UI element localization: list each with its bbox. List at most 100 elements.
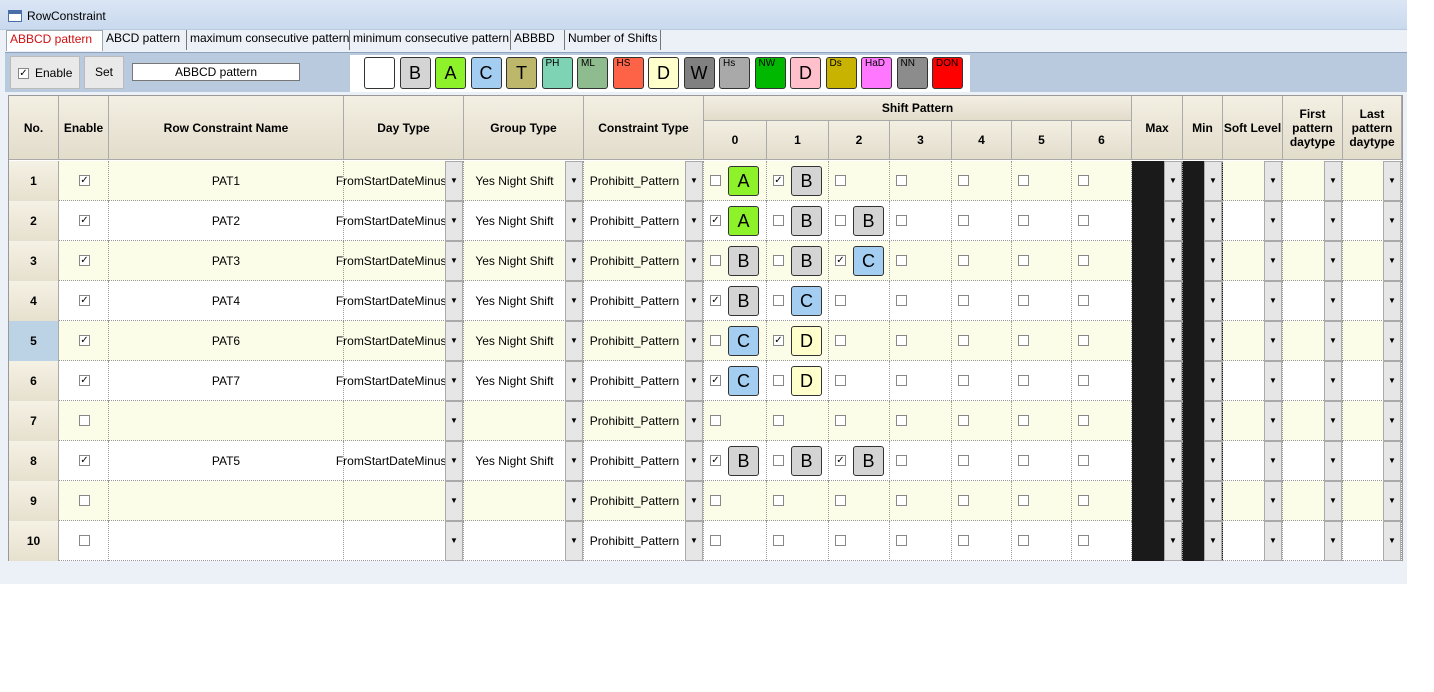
last-daytype-select[interactable]: ▼ [1343, 481, 1402, 521]
shift-checkbox-2[interactable] [835, 535, 846, 546]
day-type-select-dropdown-icon[interactable]: ▼ [445, 281, 463, 321]
shift-cell-6[interactable] [1072, 161, 1132, 201]
shift-checkbox-5[interactable] [1018, 335, 1029, 346]
shift-block-2[interactable]: C [853, 246, 884, 276]
min-select[interactable]: ▼ [1183, 401, 1223, 441]
header-day-type[interactable]: Day Type [344, 96, 464, 160]
shift-cell-3[interactable] [890, 161, 952, 201]
first-daytype-select[interactable]: ▼ [1283, 161, 1343, 201]
last-daytype-select[interactable]: ▼ [1343, 521, 1402, 561]
shift-checkbox-4[interactable] [958, 335, 969, 346]
soft-level-select-dropdown-icon[interactable]: ▼ [1264, 201, 1282, 241]
soft-level-select[interactable]: ▼ [1223, 241, 1283, 281]
max-select-dropdown-icon[interactable]: ▼ [1164, 241, 1182, 281]
soft-level-select[interactable]: ▼ [1223, 361, 1283, 401]
header-shift-pattern[interactable]: Shift Pattern [704, 96, 1132, 121]
group-type-select-dropdown-icon[interactable]: ▼ [565, 361, 583, 401]
group-type-select[interactable]: Yes Night Shift ▼ [464, 161, 584, 201]
row-constraint-name[interactable] [109, 481, 344, 521]
shift-checkbox-2[interactable] [835, 335, 846, 346]
set-button[interactable]: Set [84, 56, 124, 89]
max-select-dropdown-icon[interactable]: ▼ [1164, 281, 1182, 321]
soft-level-select-dropdown-icon[interactable]: ▼ [1264, 521, 1282, 561]
max-select[interactable]: ▼ [1132, 161, 1183, 201]
shift-cell-0[interactable] [704, 401, 767, 441]
shift-cell-4[interactable] [952, 281, 1012, 321]
shift-checkbox-0[interactable] [710, 255, 721, 266]
shift-cell-6[interactable] [1072, 361, 1132, 401]
header-no[interactable]: No. [9, 96, 59, 160]
day-type-select-dropdown-icon[interactable]: ▼ [445, 481, 463, 521]
first-daytype-select[interactable]: ▼ [1283, 401, 1343, 441]
group-type-select-dropdown-icon[interactable]: ▼ [565, 481, 583, 521]
row-number[interactable]: 5 [9, 321, 59, 361]
soft-level-select-dropdown-icon[interactable]: ▼ [1264, 281, 1282, 321]
first-daytype-select-dropdown-icon[interactable]: ▼ [1324, 161, 1342, 201]
day-type-select[interactable]: FromStartDateMinus2 ▼ [336, 441, 464, 481]
shift-cell-4[interactable] [952, 321, 1012, 361]
shift-cell-6[interactable] [1072, 481, 1132, 521]
enable-checkbox[interactable]: ✓ [18, 68, 29, 79]
shift-cell-2[interactable] [829, 481, 890, 521]
max-select[interactable]: ▼ [1132, 201, 1183, 241]
shift-checkbox-4[interactable] [958, 255, 969, 266]
shift-cell-2[interactable] [829, 361, 890, 401]
shift-checkbox-6[interactable] [1078, 495, 1089, 506]
max-select-dropdown-icon[interactable]: ▼ [1164, 521, 1182, 561]
palette-shift-11[interactable]: Hs [719, 57, 750, 89]
row-enable-checkbox[interactable]: ✓ [79, 215, 90, 226]
group-type-select[interactable]: Yes Night Shift ▼ [464, 241, 584, 281]
row-constraint-name[interactable] [109, 521, 344, 561]
shift-cell-3[interactable] [890, 401, 952, 441]
shift-cell-5[interactable] [1012, 481, 1072, 521]
shift-checkbox-4[interactable] [958, 295, 969, 306]
shift-cell-3[interactable] [890, 321, 952, 361]
shift-checkbox-5[interactable] [1018, 375, 1029, 386]
first-daytype-select[interactable]: ▼ [1283, 481, 1343, 521]
row-enable-checkbox[interactable]: ✓ [79, 255, 90, 266]
shift-checkbox-4[interactable] [958, 495, 969, 506]
first-daytype-select[interactable]: ▼ [1283, 521, 1343, 561]
shift-cell-6[interactable] [1072, 241, 1132, 281]
row-enable-checkbox[interactable]: ✓ [79, 295, 90, 306]
soft-level-select-dropdown-icon[interactable]: ▼ [1264, 361, 1282, 401]
row-constraint-name[interactable] [109, 401, 344, 441]
group-type-select-dropdown-icon[interactable]: ▼ [565, 441, 583, 481]
min-select-dropdown-icon[interactable]: ▼ [1204, 401, 1222, 441]
soft-level-select[interactable]: ▼ [1223, 161, 1283, 201]
tab-4[interactable]: minimum consecutive pattern [350, 30, 511, 50]
constraint-type-select[interactable]: Prohibitt_Pattern ▼ [584, 481, 704, 521]
palette-shift-12[interactable]: NW [754, 57, 786, 89]
first-daytype-select[interactable]: ▼ [1283, 201, 1343, 241]
shift-cell-5[interactable] [1012, 281, 1072, 321]
constraint-type-select-dropdown-icon[interactable]: ▼ [685, 401, 703, 441]
min-select[interactable]: ▼ [1183, 161, 1223, 201]
last-daytype-select[interactable]: ▼ [1343, 241, 1402, 281]
group-type-select[interactable]: Yes Night Shift ▼ [464, 201, 584, 241]
shift-checkbox-5[interactable] [1018, 295, 1029, 306]
day-type-select[interactable]: FromStartDateMinus2 ▼ [336, 161, 464, 201]
soft-level-select-dropdown-icon[interactable]: ▼ [1264, 481, 1282, 521]
row-number[interactable]: 6 [9, 361, 59, 401]
day-type-select[interactable]: ▼ [344, 521, 464, 561]
group-type-select[interactable]: ▼ [464, 481, 584, 521]
shift-checkbox-3[interactable] [896, 495, 907, 506]
shift-checkbox-1[interactable] [773, 535, 784, 546]
max-select-dropdown-icon[interactable]: ▼ [1164, 441, 1182, 481]
constraint-type-select[interactable]: Prohibitt_Pattern ▼ [584, 201, 704, 241]
shift-block-0[interactable]: B [728, 246, 759, 276]
min-select[interactable]: ▼ [1183, 361, 1223, 401]
shift-checkbox-5[interactable] [1018, 215, 1029, 226]
shift-checkbox-4[interactable] [958, 455, 969, 466]
first-daytype-select-dropdown-icon[interactable]: ▼ [1324, 521, 1342, 561]
max-select-dropdown-icon[interactable]: ▼ [1164, 161, 1182, 201]
row-enable-checkbox[interactable] [79, 495, 90, 506]
shift-checkbox-0[interactable] [710, 495, 721, 506]
header-shift-col-3[interactable]: 3 [890, 121, 952, 160]
constraint-type-select[interactable]: Prohibitt_Pattern ▼ [584, 401, 704, 441]
header-shift-col-0[interactable]: 0 [704, 121, 767, 160]
soft-level-select[interactable]: ▼ [1223, 521, 1283, 561]
shift-cell-2[interactable] [829, 521, 890, 561]
row-constraint-name[interactable]: PAT2 [109, 201, 344, 241]
header-enable[interactable]: Enable [59, 96, 109, 160]
